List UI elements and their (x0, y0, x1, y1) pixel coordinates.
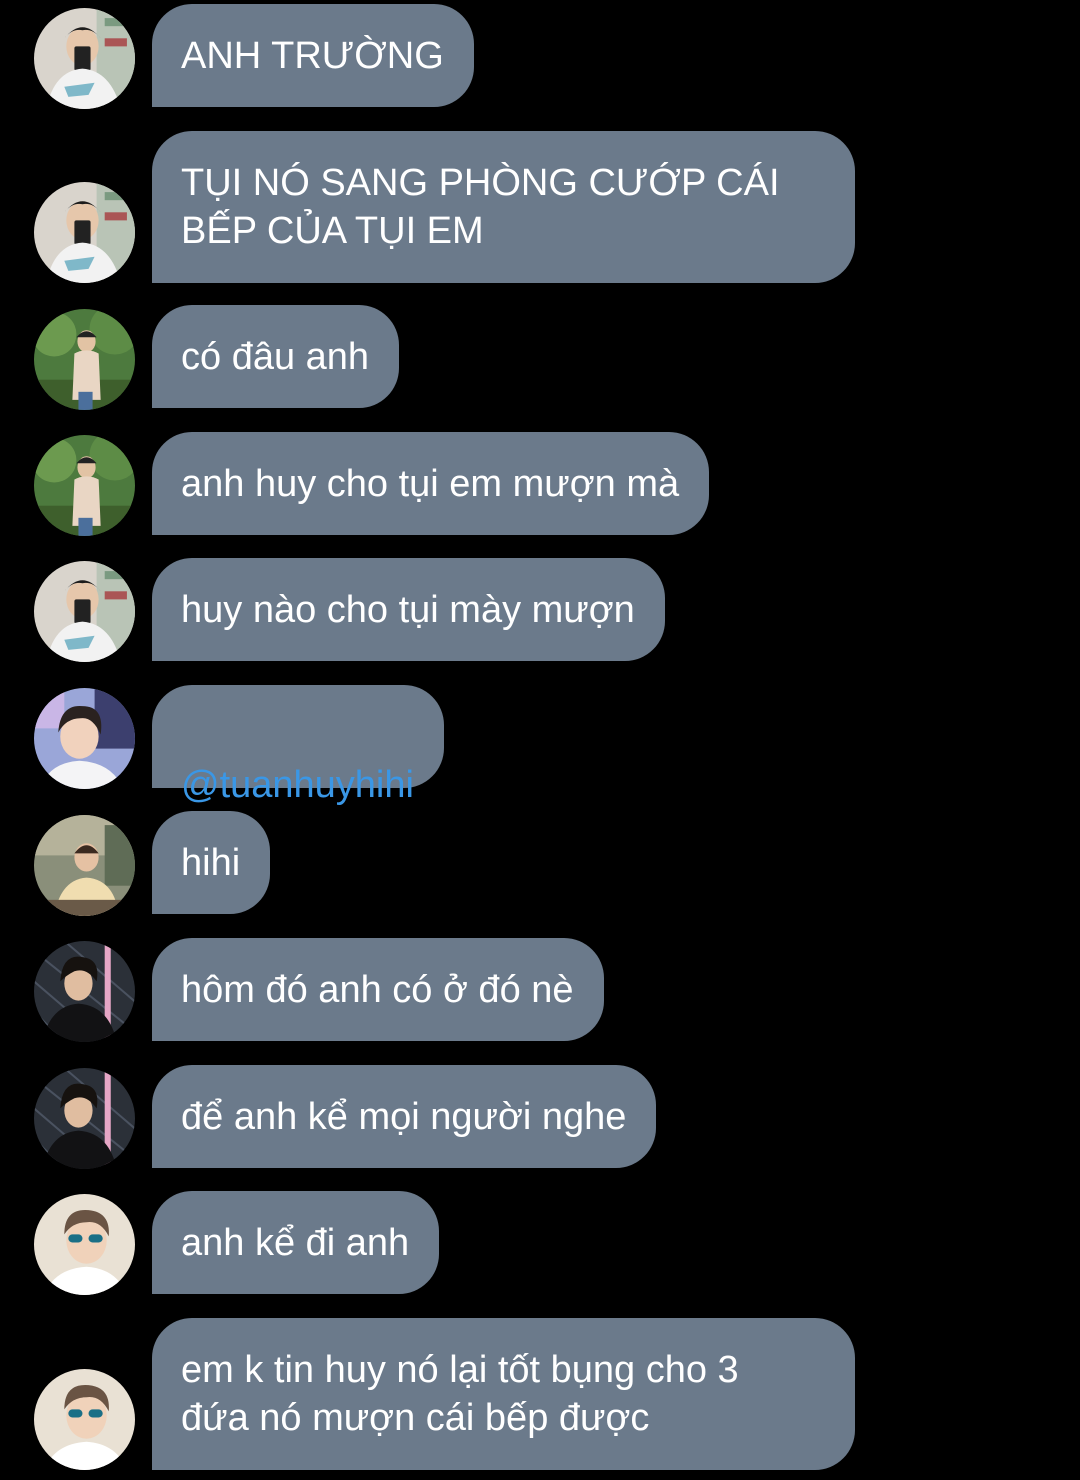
message-bubble[interactable]: em k tin huy nó lại tốt bụng cho 3 đứa n… (152, 1318, 855, 1470)
avatar[interactable] (34, 1194, 135, 1295)
avatar[interactable] (34, 1068, 135, 1169)
message-bubble[interactable]: huy nào cho tụi mày mượn (152, 558, 665, 661)
message-bubble[interactable]: để anh kể mọi người nghe (152, 1065, 657, 1168)
message-bubble[interactable]: @tuanhuyhihi (152, 685, 444, 806)
avatar[interactable] (34, 941, 135, 1042)
avatar[interactable] (34, 1369, 135, 1470)
avatar[interactable] (34, 815, 135, 916)
avatar[interactable] (34, 688, 135, 789)
avatar[interactable] (34, 8, 135, 109)
message-bubble[interactable]: anh kể đi anh (152, 1191, 440, 1294)
avatar[interactable] (34, 182, 135, 283)
message-bubble[interactable]: hôm đó anh có ở đó nè (152, 938, 604, 1041)
chat-thread: ANH TRƯỜNG TỤI NÓ SANG PHÒNG CƯỚP CÁI BẾ… (0, 0, 1080, 1480)
mention-link[interactable]: @tuanhuyhihi (181, 764, 414, 806)
avatar[interactable] (34, 309, 135, 410)
message-bubble[interactable]: anh huy cho tụi em mượn mà (152, 432, 710, 535)
message-bubble[interactable]: ANH TRƯỜNG (152, 4, 474, 107)
message-bubble[interactable]: hihi (152, 811, 271, 914)
avatar[interactable] (34, 561, 135, 662)
message-bubble[interactable]: TỤI NÓ SANG PHÒNG CƯỚP CÁI BẾP CỦA TỤI E… (152, 131, 855, 283)
avatar[interactable] (34, 435, 135, 536)
message-bubble[interactable]: có đâu anh (152, 305, 400, 408)
